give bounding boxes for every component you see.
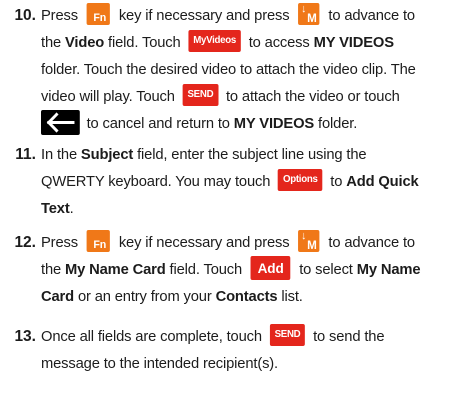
step-line: message to the intended recipient(s). — [41, 355, 279, 372]
my-videos-button-icon: MyVideos — [188, 29, 241, 52]
send-button-icon: SEND — [182, 83, 219, 106]
step-line: Text. — [41, 200, 74, 217]
fn-key-icon: Fn — [86, 2, 111, 25]
down-arrow-m-key-icon: ↓ M — [298, 2, 320, 25]
step-line: video will play. Touch SEND to attach th… — [41, 83, 457, 110]
step-line: folder. Touch the desired video to attac… — [41, 61, 416, 78]
step-line: the My Name Card field. Touch Add to sel… — [41, 255, 457, 283]
step-line: Card or an entry from your Contacts list… — [41, 288, 303, 305]
step-line: to cancel and return to MY VIDEOS folder… — [41, 110, 457, 137]
step-line: Press Fn key if necessary and press ↓ M t… — [41, 229, 415, 252]
step-line: Press Fn key if necessary and press ↓ M t… — [41, 2, 415, 25]
step-number: 12. — [14, 234, 36, 251]
step-number: 11. — [15, 146, 36, 163]
step-number: 13. — [14, 328, 36, 345]
options-button-icon: Options — [278, 168, 323, 191]
step-line: the Video field. Touch MyVideos to acces… — [41, 29, 457, 56]
step-text: Once all fields are complete, touch SEND… — [41, 323, 457, 377]
step-line: QWERTY keyboard. You may touch Options t… — [41, 168, 457, 195]
step-line: In the Subject field, enter the subject … — [41, 146, 367, 163]
send-button-icon: SEND — [269, 323, 306, 346]
step-text: Press Fn key if necessary and press ↓ M t… — [41, 229, 457, 310]
back-arrow-icon — [41, 110, 80, 136]
fn-key-icon: Fn — [86, 229, 111, 252]
step-number: 10. — [14, 7, 36, 24]
down-arrow-m-key-icon: ↓ M — [298, 229, 320, 252]
manual-page: 10. Press Fn key if necessary and press … — [0, 0, 472, 412]
step-text: Press Fn key if necessary and press ↓ M t… — [41, 2, 457, 137]
add-button-icon: Add — [250, 255, 291, 280]
step-text: In the Subject field, enter the subject … — [41, 141, 457, 222]
step-line: Once all fields are complete, touch SEND… — [41, 323, 457, 350]
